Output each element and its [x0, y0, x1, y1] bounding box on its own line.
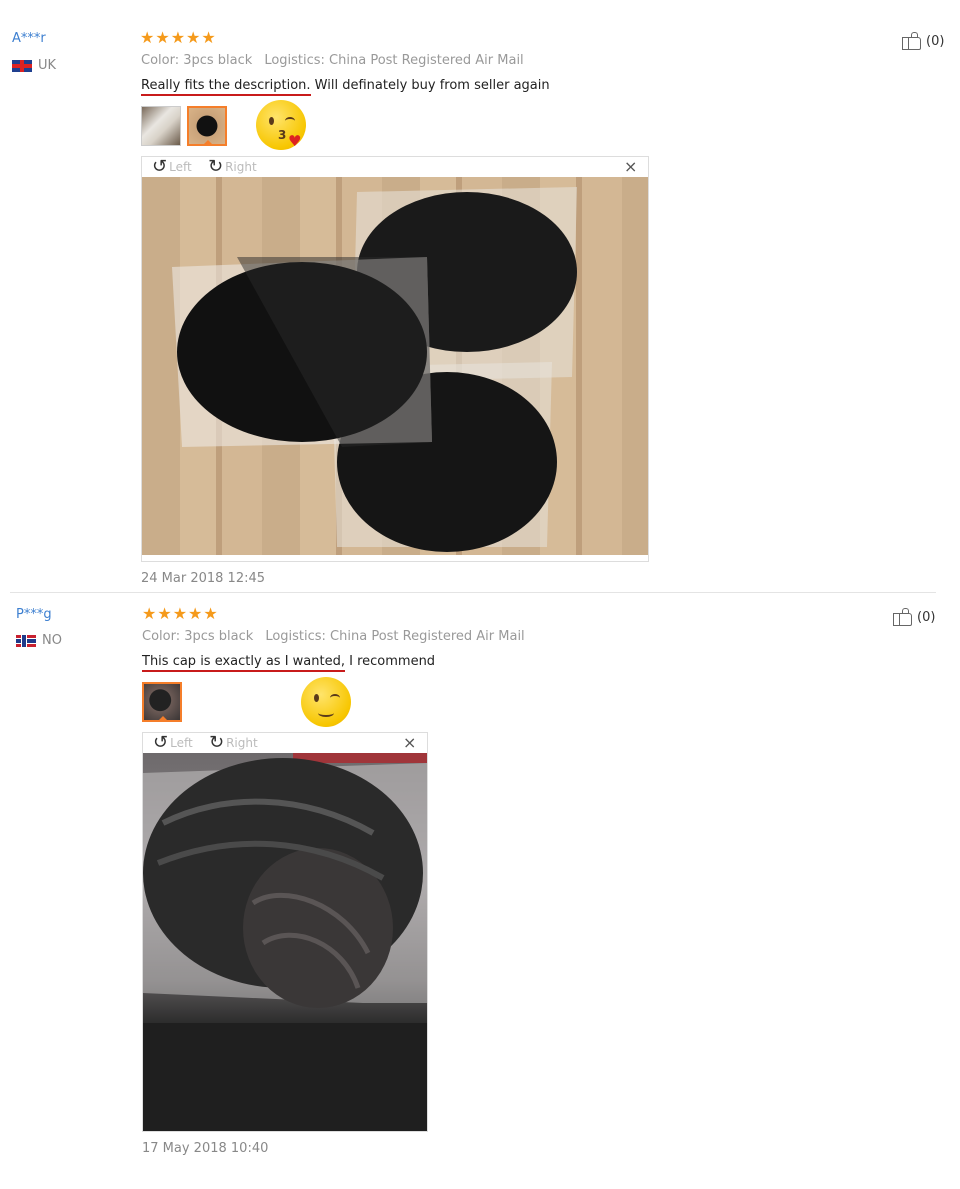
reviewer-country: UK: [12, 58, 56, 73]
photo-thumbnails: [141, 106, 227, 146]
photo-viewer-toolbar: ↺ Left ↻ Right ×: [142, 157, 648, 177]
logistics-info: Logistics: China Post Registered Air Mai…: [264, 53, 524, 68]
product-color: Color: 3pcs black: [141, 53, 253, 68]
rotate-right-button[interactable]: ↻ Right: [208, 157, 257, 177]
kiss-emoji-icon: 3 ♥: [256, 100, 306, 150]
review-text-rest: Will definately buy from seller again: [310, 78, 550, 93]
review-text-highlight: This cap is exactly as I wanted,: [142, 654, 345, 672]
review-text: Really fits the description. Will defina…: [141, 78, 550, 96]
photo-viewer: ↺ Left ↻ Right ×: [142, 732, 428, 1132]
photo-thumbnail-selected[interactable]: [187, 106, 227, 146]
close-viewer-button[interactable]: ×: [624, 158, 637, 176]
country-code: NO: [42, 633, 62, 648]
braided-cap-image: [143, 753, 427, 1131]
review-date: 24 Mar 2018 12:45: [141, 571, 266, 586]
thumbs-up-icon: [893, 608, 913, 626]
logistics-info: Logistics: China Post Registered Air Mai…: [265, 629, 525, 644]
star-rating: ★★★★★: [142, 604, 219, 623]
review-photo: [142, 177, 648, 555]
rotate-left-icon: ↺: [152, 156, 168, 177]
photo-viewer: ↺ Left ↻ Right ×: [141, 156, 649, 562]
rotate-left-icon: ↺: [153, 732, 169, 753]
star-rating: ★★★★★: [140, 28, 217, 47]
rotate-right-button[interactable]: ↻ Right: [209, 733, 258, 753]
rotate-left-button[interactable]: ↺ Left: [152, 157, 192, 177]
reviewer-name[interactable]: A***r: [12, 31, 46, 46]
helpful-button[interactable]: (0): [893, 608, 935, 626]
caps-in-bags-image: [172, 187, 577, 552]
uk-flag-icon: [12, 59, 32, 72]
review-text-rest: I recommend: [344, 654, 436, 669]
review-date: 17 May 2018 10:40: [142, 1141, 269, 1156]
review-meta: Color: 3pcs black Logistics: China Post R…: [142, 629, 525, 644]
rotate-right-icon: ↻: [208, 156, 224, 177]
wink-emoji-icon: [301, 677, 351, 727]
like-count: (0): [917, 609, 936, 625]
review-2: P***g NO ★★★★★ Color: 3pcs black Logistic…: [0, 593, 960, 1189]
photo-thumbnail-selected[interactable]: [142, 682, 182, 722]
norway-flag-icon: [16, 634, 36, 647]
review-text: This cap is exactly as I wanted, I recom…: [142, 654, 436, 672]
rotate-left-button[interactable]: ↺ Left: [153, 733, 193, 753]
country-code: UK: [38, 58, 57, 73]
like-count: (0): [926, 33, 945, 49]
helpful-button[interactable]: (0): [902, 32, 944, 50]
reviewer-name[interactable]: P***g: [16, 607, 52, 622]
close-viewer-button[interactable]: ×: [403, 734, 416, 752]
rotate-right-icon: ↻: [209, 732, 225, 753]
product-color: Color: 3pcs black: [142, 629, 254, 644]
thumbs-up-icon: [902, 32, 922, 50]
review-meta: Color: 3pcs black Logistics: China Post R…: [141, 53, 524, 68]
review-photo: [143, 753, 427, 1131]
review-text-highlight: Really fits the description.: [141, 78, 311, 96]
photo-viewer-toolbar: ↺ Left ↻ Right ×: [143, 733, 427, 753]
review-1: A***r UK ★★★★★ Color: 3pcs black Logistic…: [0, 0, 960, 592]
reviewer-country: NO: [16, 633, 62, 648]
photo-thumbnail[interactable]: [141, 106, 181, 146]
photo-thumbnails: [142, 682, 182, 722]
